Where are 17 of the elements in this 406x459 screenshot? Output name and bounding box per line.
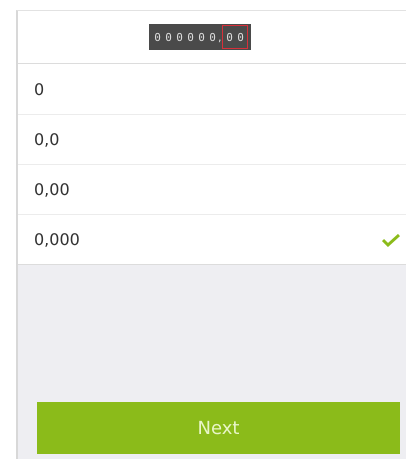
odometer-digit: 0 xyxy=(175,30,184,44)
option-label: 0,000 xyxy=(34,230,80,249)
odometer-digit: 0 xyxy=(236,30,245,44)
odometer-digit: 0 xyxy=(225,30,234,44)
odometer-digit: 0 xyxy=(153,30,162,44)
format-option[interactable]: 0 xyxy=(18,64,406,114)
odometer-digit: 0 xyxy=(208,30,217,44)
option-label: 0 xyxy=(34,80,44,98)
decimal-separator: , xyxy=(218,30,222,44)
format-option[interactable]: 0,0 xyxy=(18,114,406,164)
format-option[interactable]: 0,00 xyxy=(18,164,406,214)
option-label: 0,0 xyxy=(34,130,60,149)
option-label: 0,00 xyxy=(34,180,70,199)
odometer-digit: 0 xyxy=(186,30,195,44)
odometer-digit: 0 xyxy=(164,30,173,44)
odometer-digit: 0 xyxy=(197,30,206,44)
format-option[interactable]: 0,000 xyxy=(18,214,406,264)
